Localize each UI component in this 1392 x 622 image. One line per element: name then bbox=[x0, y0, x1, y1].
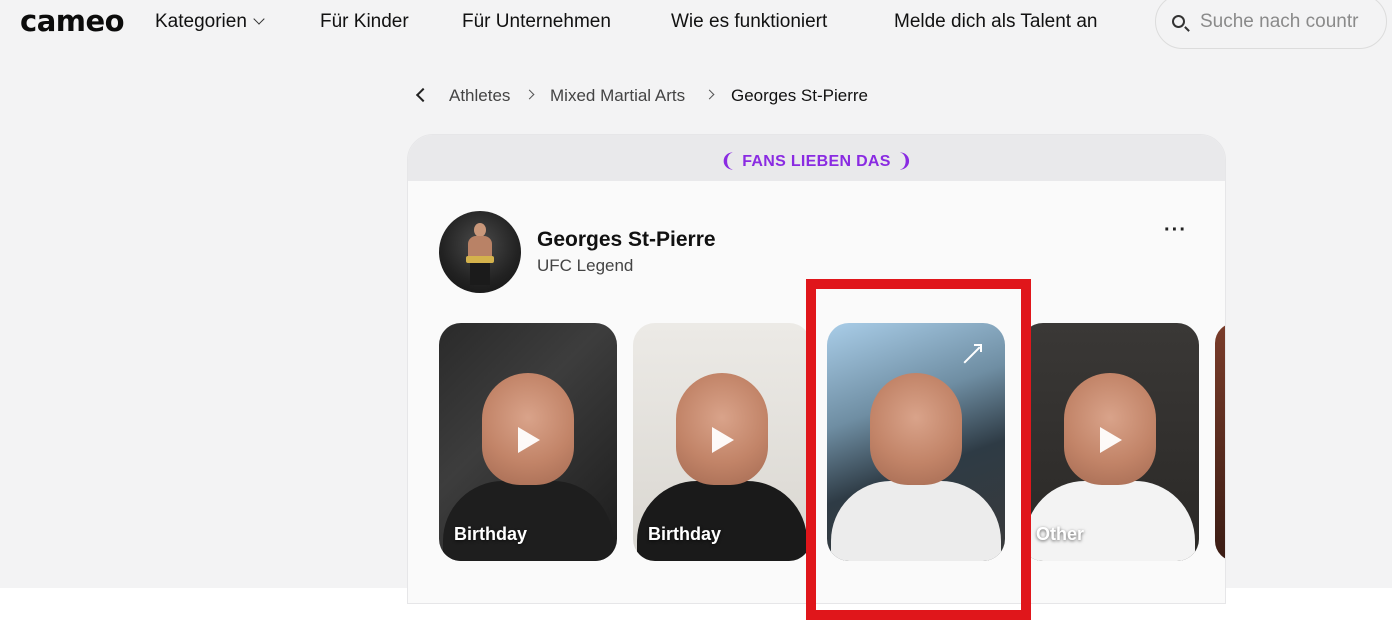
fans-love-banner: ❨ FANS LIEBEN DAS ❩ bbox=[408, 135, 1225, 181]
laurel-left-icon: ❨ bbox=[720, 151, 737, 172]
avatar[interactable] bbox=[439, 211, 521, 293]
back-chevron-icon[interactable] bbox=[415, 87, 431, 103]
video-occasion-label: Birthday bbox=[648, 524, 722, 544]
breadcrumb-separator-icon bbox=[524, 89, 535, 100]
banner-content: ❨ FANS LIEBEN DAS ❩ bbox=[720, 149, 913, 172]
search-icon bbox=[1172, 15, 1185, 28]
video-card[interactable]: Other bbox=[1021, 323, 1199, 561]
video-card[interactable]: Birthday bbox=[633, 323, 811, 561]
video-thumbnail-shirt bbox=[637, 481, 807, 561]
play-icon[interactable] bbox=[1100, 427, 1122, 453]
breadcrumb-current: Georges St-Pierre bbox=[731, 86, 868, 105]
video-occasion-label: Birthday bbox=[454, 524, 528, 544]
video-thumbnail-shirt bbox=[443, 481, 613, 561]
video-thumbnail-shirt bbox=[1025, 481, 1195, 561]
play-icon[interactable] bbox=[518, 427, 540, 453]
highlight-annotation-box bbox=[806, 279, 1031, 620]
video-card-partial[interactable] bbox=[1215, 323, 1225, 561]
chevron-down-icon bbox=[253, 13, 265, 25]
avatar-figure bbox=[466, 223, 494, 287]
nav-item-wie-es-funktioniert[interactable]: Wie es funktioniert bbox=[671, 11, 827, 33]
nav-item-fuer-unternehmen[interactable]: Für Unternehmen bbox=[462, 11, 611, 33]
search-bar bbox=[1155, 0, 1387, 49]
breadcrumb-separator-icon bbox=[704, 89, 715, 100]
laurel-right-icon: ❩ bbox=[896, 151, 913, 172]
talent-title: UFC Legend bbox=[537, 256, 634, 275]
nav-item-label: Kategorien bbox=[155, 11, 247, 32]
breadcrumb-link-athletes[interactable]: Athletes bbox=[449, 86, 510, 106]
breadcrumb: Athletes Mixed Martial Arts Georges St-P… bbox=[412, 85, 892, 107]
play-icon[interactable] bbox=[712, 427, 734, 453]
video-occasion-label: Other bbox=[1036, 524, 1085, 544]
search-input[interactable] bbox=[1200, 8, 1386, 36]
banner-label: FANS LIEBEN DAS bbox=[742, 153, 891, 170]
nav-item-kategorien[interactable]: Kategorien bbox=[155, 11, 265, 33]
top-nav: cameo Kategorien Für Kinder Für Unterneh… bbox=[0, 0, 1392, 49]
cameo-logo[interactable]: cameo bbox=[20, 4, 125, 38]
more-icon[interactable]: ··· bbox=[1164, 220, 1187, 240]
nav-item-fuer-kinder[interactable]: Für Kinder bbox=[320, 11, 409, 33]
video-card[interactable]: Birthday bbox=[439, 323, 617, 561]
talent-name[interactable]: Georges St-Pierre bbox=[537, 228, 716, 252]
nav-item-talent-anmelden[interactable]: Melde dich als Talent an bbox=[894, 11, 1098, 33]
breadcrumb-link-mma[interactable]: Mixed Martial Arts bbox=[550, 86, 685, 106]
